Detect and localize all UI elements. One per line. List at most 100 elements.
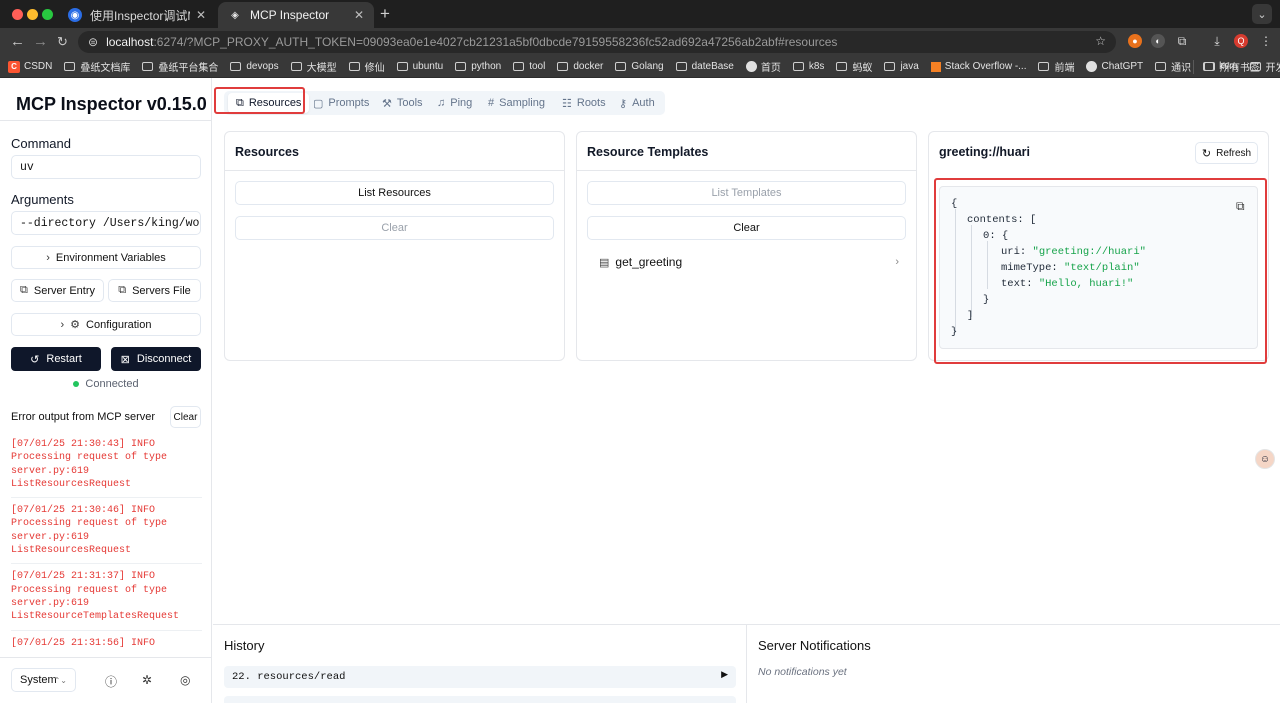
log-entry: [07/01/25 21:30:43] INFO Processing requ… bbox=[11, 438, 202, 499]
globe-icon: ◉ bbox=[68, 8, 82, 22]
servers-file-button[interactable]: ⧉ Servers File bbox=[108, 279, 201, 302]
tab-sampling[interactable]: # Sampling bbox=[488, 93, 545, 113]
chevron-right-icon: › bbox=[895, 256, 899, 268]
bookmark-folder[interactable]: 修仙 bbox=[348, 59, 385, 74]
site-info-icon[interactable]: ⊜ bbox=[88, 35, 98, 49]
back-icon[interactable]: ← bbox=[10, 33, 25, 50]
file-icon: ▤ bbox=[599, 256, 610, 269]
server-notifications-title: Server Notifications bbox=[758, 638, 871, 653]
folder-icon bbox=[1204, 62, 1215, 71]
profile-avatar[interactable]: Q bbox=[1234, 34, 1248, 48]
browser-tab-article[interactable]: ◉ 使用Inspector调试MCP服务 - ✕ bbox=[58, 2, 216, 28]
tab-ping[interactable]: ♫ Ping bbox=[437, 93, 472, 113]
bookmark-folder[interactable]: 通识 bbox=[1155, 59, 1191, 74]
list-resources-button[interactable]: List Resources bbox=[235, 181, 554, 205]
folder-icon bbox=[884, 62, 896, 71]
template-list-item[interactable]: ▤ get_greeting › bbox=[599, 255, 899, 269]
status-dot bbox=[73, 381, 80, 388]
folder-icon bbox=[1155, 62, 1167, 71]
bookmark-item[interactable]: 首页 bbox=[745, 59, 781, 74]
close-window-button[interactable] bbox=[12, 9, 23, 20]
bookmark-item[interactable]: Stack Overflow -... bbox=[930, 61, 1026, 72]
bookmark-folder[interactable]: java bbox=[884, 61, 919, 72]
arguments-label: Arguments bbox=[11, 192, 74, 207]
extension-icon[interactable]: ◐ bbox=[1151, 34, 1165, 48]
bookmark-item[interactable]: ChatGPT bbox=[1086, 61, 1143, 72]
annotation-highlight-box bbox=[934, 178, 1267, 364]
all-bookmarks[interactable]: 所有书签 bbox=[1193, 59, 1260, 74]
folder-icon bbox=[64, 62, 76, 71]
forward-icon[interactable]: → bbox=[33, 33, 48, 50]
history-item[interactable]: 22. resources/read ▶ bbox=[224, 666, 736, 688]
close-tab-icon[interactable]: ✕ bbox=[354, 8, 364, 22]
bookmark-folder[interactable]: 大模型 bbox=[290, 59, 337, 74]
clear-errors-button[interactable]: Clear bbox=[170, 406, 201, 428]
bookmark-folder[interactable]: k8s bbox=[792, 61, 824, 72]
close-tab-icon[interactable]: ✕ bbox=[196, 8, 206, 22]
folder-icon bbox=[455, 62, 467, 71]
restart-button[interactable]: ↺ Restart bbox=[11, 347, 101, 371]
bookmark-folder[interactable]: python bbox=[455, 61, 501, 72]
bookmark-folder[interactable]: tool bbox=[513, 61, 545, 72]
arguments-input[interactable]: --directory /Users/king/workspa bbox=[11, 211, 201, 235]
github-icon[interactable]: ◎ bbox=[180, 673, 190, 687]
minimize-window-button[interactable] bbox=[27, 9, 38, 20]
theme-select[interactable]: System ⌃⌄ bbox=[11, 668, 76, 692]
notifications-empty-text: No notifications yet bbox=[758, 666, 847, 678]
bookmark-folder[interactable]: 蚂蚁 bbox=[836, 59, 872, 74]
message-square-icon: ▢ bbox=[313, 97, 324, 110]
maximize-window-button[interactable] bbox=[42, 9, 53, 20]
resources-card: Resources List Resources Clear bbox=[224, 131, 565, 361]
assistant-avatar[interactable]: ☺ bbox=[1255, 449, 1275, 469]
tab-roots[interactable]: ☷ Roots bbox=[562, 93, 606, 113]
url-host: localhost bbox=[106, 35, 154, 49]
bookmark-folder[interactable]: dateBase bbox=[675, 61, 734, 72]
bookmark-folder[interactable]: docker bbox=[557, 61, 603, 72]
folder-icon bbox=[1038, 62, 1050, 71]
extension-icon[interactable]: ● bbox=[1128, 34, 1142, 48]
bookmark-folder[interactable]: 前端 bbox=[1038, 59, 1074, 74]
history-item[interactable] bbox=[224, 696, 736, 703]
bookmark-folder[interactable]: Golang bbox=[615, 61, 664, 72]
tab-auth[interactable]: ⚷ Auth bbox=[619, 93, 655, 113]
mcp-logo-icon: ◈ bbox=[231, 9, 239, 21]
disconnect-button[interactable]: ⊠ Disconnect bbox=[111, 347, 201, 371]
command-input[interactable]: uv bbox=[11, 155, 201, 179]
tab-title: MCP Inspector bbox=[250, 8, 330, 22]
browser-menu-icon[interactable]: ⋮ bbox=[1259, 34, 1273, 48]
server-entry-button[interactable]: ⧉ Server Entry bbox=[11, 279, 104, 302]
download-icon[interactable]: ⤓ bbox=[1210, 34, 1224, 48]
clear-templates-button[interactable]: Clear bbox=[587, 216, 906, 240]
tab-tools[interactable]: ⚒ Tools bbox=[382, 93, 423, 113]
new-tab-button[interactable]: + bbox=[380, 4, 390, 24]
refresh-button[interactable]: ↻ Refresh bbox=[1195, 142, 1258, 164]
bookmark-star-icon[interactable]: ☆ bbox=[1095, 34, 1106, 48]
browser-tab-mcp-inspector[interactable]: ◈ MCP Inspector ✕ bbox=[218, 2, 374, 28]
command-label: Command bbox=[11, 136, 71, 151]
extensions-puzzle-icon[interactable]: ⧉ bbox=[1175, 34, 1189, 48]
bookmark-item[interactable]: C CSDN bbox=[8, 60, 52, 73]
folder-icon bbox=[557, 62, 569, 71]
address-bar-row: ← → ↻ ⊜ localhost:6274/?MCP_PROXY_AUTH_T… bbox=[0, 28, 1280, 56]
bookmark-folder[interactable]: 叠纸文档库 bbox=[64, 59, 130, 74]
url-field[interactable]: ⊜ localhost:6274/?MCP_PROXY_AUTH_TOKEN=0… bbox=[78, 31, 1116, 53]
globe-icon bbox=[745, 61, 757, 72]
bookmark-folder[interactable]: ubuntu bbox=[396, 61, 443, 72]
copy-icon: ⧉ bbox=[118, 284, 127, 296]
bookmark-folder[interactable]: devops bbox=[230, 61, 279, 72]
tab-search-button[interactable]: ⌄ bbox=[1252, 4, 1272, 24]
configuration-toggle[interactable]: › ⚙ Configuration bbox=[11, 313, 201, 336]
reload-icon[interactable]: ↻ bbox=[57, 34, 68, 50]
clear-resources-button[interactable]: Clear bbox=[235, 216, 554, 240]
list-templates-button[interactable]: List Templates bbox=[587, 181, 906, 205]
sidebar: MCP Inspector v0.15.0 Command uv Argumen… bbox=[0, 78, 212, 703]
environment-variables-toggle[interactable]: › Environment Variables bbox=[11, 246, 201, 269]
gear-icon: ⚙ bbox=[70, 319, 81, 331]
divider bbox=[746, 625, 747, 703]
bug-icon[interactable]: ✲ bbox=[142, 673, 152, 687]
help-icon[interactable]: ⓘ bbox=[105, 673, 117, 690]
bookmark-folder[interactable]: 叠纸平台集合 bbox=[142, 59, 218, 74]
tab-prompts[interactable]: ▢ Prompts bbox=[313, 93, 369, 113]
hash-icon: # bbox=[488, 97, 495, 109]
chevron-right-icon: › bbox=[46, 251, 50, 264]
